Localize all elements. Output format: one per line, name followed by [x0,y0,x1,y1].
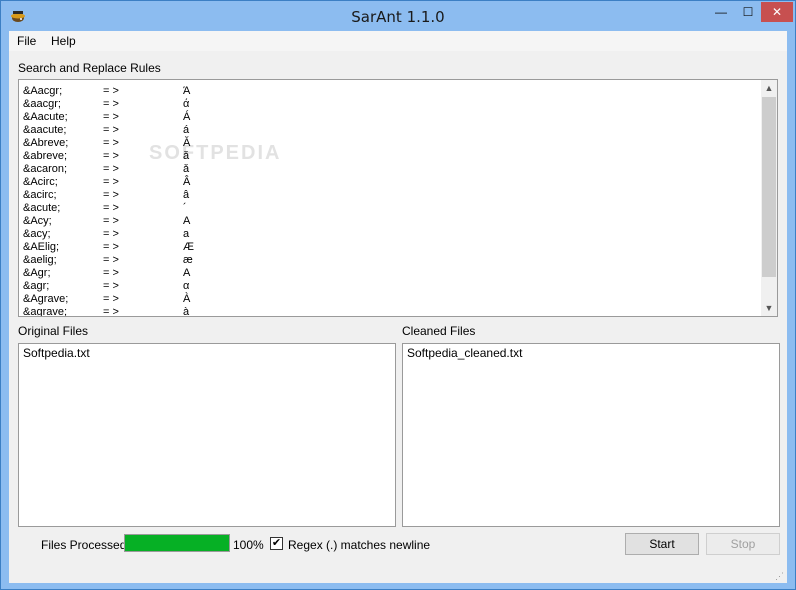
rule-char: ă [183,150,190,162]
rule-char: α [183,280,190,292]
original-files-label: Original Files [18,324,89,338]
rules-list[interactable]: SOFTPEDIA &Aacgr; = > Ά &aacgr; = > ά &Aacute;… [18,79,778,317]
rule-char: æ [183,254,193,266]
scroll-thumb[interactable] [762,97,776,277]
rule-entity: &Aacgr; [23,85,63,97]
rule-arrow: = > [103,189,119,201]
rule-arrow: = > [103,293,119,305]
original-files-list[interactable]: Softpedia.txt [18,343,396,527]
rule-char: Ά [183,85,191,97]
rule-char: ´ [183,202,187,214]
rule-char: ǎ [183,163,190,175]
menu-help[interactable]: Help [51,34,76,48]
list-item[interactable]: Softpedia_cleaned.txt [407,346,522,360]
rule-char: À [183,293,191,305]
stop-button[interactable]: Stop [706,533,780,555]
rule-entity: &aacute; [23,124,67,136]
menu-file[interactable]: File [17,34,36,48]
rule-arrow: = > [103,85,119,97]
rule-entity: &acute; [23,202,61,214]
rule-char: ά [183,98,190,110]
rule-entity: &AElig; [23,241,60,253]
rule-entity: &Acy; [23,215,52,227]
rule-char: â [183,189,190,201]
rule-entity: &aacgr; [23,98,61,110]
cleaned-files-label: Cleaned Files [402,324,476,338]
rule-arrow: = > [103,111,119,123]
rule-arrow: = > [103,124,119,136]
rule-entity: &acy; [23,228,51,240]
rule-arrow: = > [103,98,119,110]
app-window: SarAnt 1.1.0 — ☐ ✕ File Help Search and … [0,0,796,590]
rule-arrow: = > [103,202,119,214]
rule-char: А [183,215,191,227]
rule-char: Â [183,176,191,188]
rule-char: а [183,228,190,240]
files-processed-label: Files Processed [41,538,127,552]
rule-entity: &Acirc; [23,176,58,188]
rule-entity: &Aacute; [23,111,68,123]
rule-entity: &aelig; [23,254,57,266]
scroll-up-icon[interactable]: ▲ [761,80,777,96]
title-bar[interactable]: SarAnt 1.1.0 — ☐ ✕ [1,1,795,31]
rule-entity: &Agrave; [23,293,69,305]
rule-arrow: = > [103,137,119,149]
regex-label: Regex (.) matches newline [288,538,431,552]
rule-arrow: = > [103,267,119,279]
progress-percent: 100% [233,538,264,552]
rule-arrow: = > [103,163,119,175]
rule-arrow: = > [103,306,119,317]
rule-entity: &acirc; [23,189,57,201]
rule-entity: &abreve; [23,150,68,162]
window-title: SarAnt 1.1.0 [351,8,445,26]
rule-char: Á [183,111,191,123]
rule-arrow: = > [103,280,119,292]
cleaned-files-list[interactable]: Softpedia_cleaned.txt [402,343,780,527]
menu-bar: File Help [9,31,787,51]
rule-arrow: = > [103,215,119,227]
minimize-button[interactable]: — [707,2,735,22]
rule-entity: &agr; [23,280,50,292]
list-item[interactable]: Softpedia.txt [23,346,90,360]
scroll-down-icon[interactable]: ▼ [761,300,777,316]
rule-arrow: = > [103,241,119,253]
close-button[interactable]: ✕ [761,2,793,22]
rule-entity: &Abreve; [23,137,69,149]
progress-fill [125,535,229,551]
rule-char: Æ [183,241,194,253]
progress-bar [124,534,230,552]
regex-checkbox[interactable]: ✔ [270,537,283,550]
maximize-button[interactable]: ☐ [735,2,761,22]
rules-scrollbar[interactable]: ▲ ▼ [761,80,777,316]
rule-char: à [183,306,190,317]
rule-entity: &Agr; [23,267,51,279]
rule-char: á [183,124,190,136]
rule-arrow: = > [103,228,119,240]
rule-arrow: = > [103,150,119,162]
rule-arrow: = > [103,176,119,188]
rule-entity: &agrave; [23,306,68,317]
client-area: File Help Search and Replace Rules SOFTP… [9,31,787,583]
start-button[interactable]: Start [625,533,699,555]
rule-arrow: = > [103,254,119,266]
rule-char: Ă [183,137,191,149]
rule-char: Α [183,267,191,279]
rule-entity: &acaron; [23,163,68,175]
resize-grip-icon[interactable]: ⋰ [775,571,785,581]
rules-label: Search and Replace Rules [18,61,161,75]
